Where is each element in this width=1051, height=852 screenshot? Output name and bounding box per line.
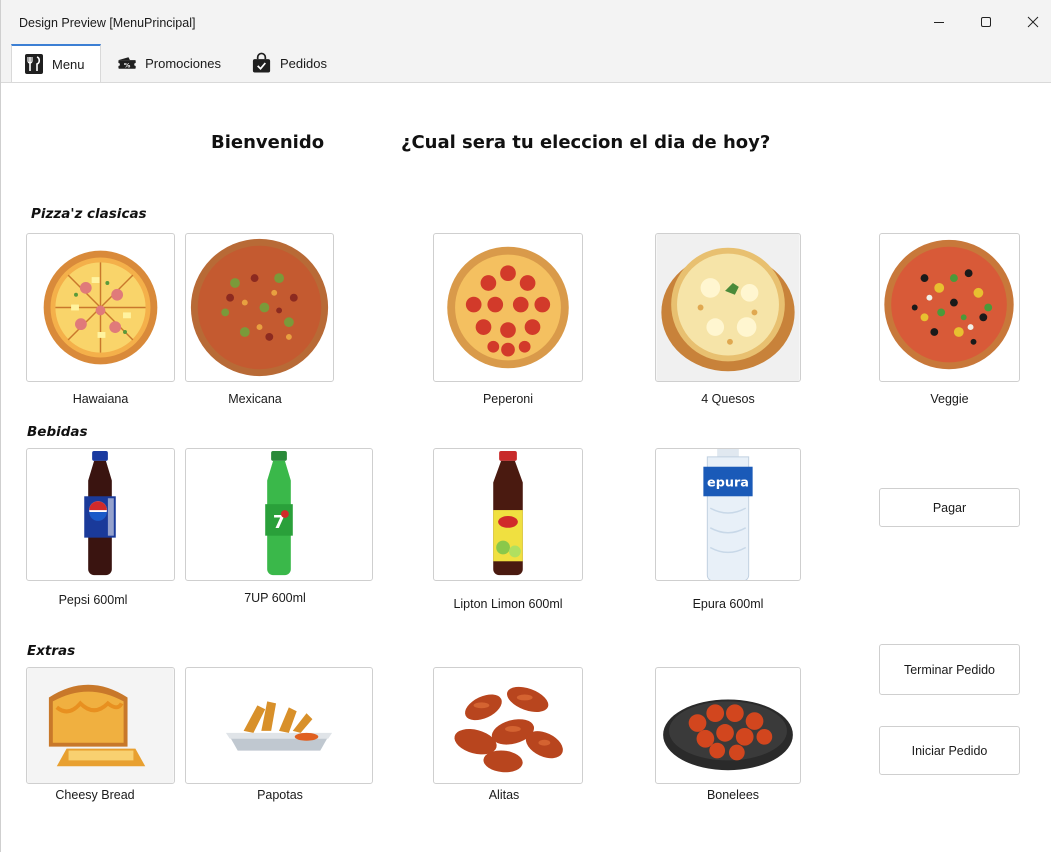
tab-promociones[interactable]: % Promociones [105, 44, 233, 82]
menu-item-mexicana[interactable] [185, 233, 334, 382]
menu-item-4-quesos[interactable] [655, 233, 801, 382]
menu-item-7up-label: 7UP 600ml [244, 591, 306, 605]
menu-item-alitas[interactable] [433, 667, 583, 784]
alitas-image [454, 686, 563, 773]
papotas-image [225, 701, 333, 751]
menu-item-veggie-label: Veggie [930, 392, 969, 406]
svg-text:%: % [124, 61, 131, 69]
menu-item-papotas[interactable] [185, 667, 373, 784]
iniciar-pedido-button[interactable]: Iniciar Pedido [879, 726, 1020, 775]
question-heading: ¿Cual sera tu eleccion el dia de hoy? [401, 132, 771, 153]
maximize-button[interactable] [963, 6, 1009, 38]
tab-pedidos[interactable]: Pedidos [239, 44, 339, 82]
app-window: Design Preview [MenuPrincipal] Menu % Pr… [0, 0, 1051, 852]
tab-menu[interactable]: Menu [11, 44, 101, 82]
menu-item-cheesy-bread-label: Cheesy Bread [55, 788, 135, 802]
close-icon [1027, 16, 1039, 28]
pizza-veggie-image [884, 239, 1014, 370]
menu-item-epura[interactable]: epura [655, 448, 801, 581]
terminar-pedido-button[interactable]: Terminar Pedido [879, 644, 1020, 695]
tab-pedidos-label: Pedidos [280, 55, 327, 71]
lipton-bottle-image [493, 450, 523, 576]
pizza-peperoni-image [447, 246, 569, 369]
tab-bar: Menu % Promociones Pedidos [1, 44, 1051, 83]
utensils-icon [25, 54, 43, 74]
menu-item-bonelees[interactable] [655, 667, 801, 784]
menu-item-7up[interactable]: 7 [185, 448, 373, 581]
pagar-button[interactable]: Pagar [879, 488, 1020, 527]
menu-item-lipton-label: Lipton Limon 600ml [453, 597, 563, 611]
menu-item-4-quesos-label: 4 Quesos [701, 392, 755, 406]
menu-item-pepsi-label: Pepsi 600ml [58, 593, 128, 607]
cheesy-bread-image [27, 668, 174, 783]
menu-item-bonelees-label: Bonelees [706, 788, 760, 802]
svg-text:epura: epura [707, 475, 749, 490]
menu-item-epura-label: Epura 600ml [692, 597, 764, 611]
minimize-button[interactable] [916, 6, 962, 38]
menu-item-papotas-label: Papotas [257, 788, 303, 802]
menu-item-pepsi[interactable] [26, 448, 175, 581]
tab-promociones-label: Promociones [145, 55, 221, 71]
title-bar: Design Preview [MenuPrincipal] [1, 0, 1051, 44]
close-button[interactable] [1010, 6, 1051, 38]
pepsi-bottle-image [84, 450, 116, 576]
pizza-mexicana-image [190, 238, 329, 377]
menu-item-alitas-label: Alitas [488, 788, 520, 802]
menu-item-hawaiana-label: Hawaiana [72, 392, 129, 406]
discount-ticket-icon: % [117, 57, 138, 69]
minimize-icon [934, 22, 944, 23]
menu-item-mexicana-label: Mexicana [228, 392, 282, 406]
maximize-icon [981, 17, 991, 27]
menu-item-hawaiana[interactable] [26, 233, 175, 382]
menu-item-lipton[interactable] [433, 448, 583, 581]
menu-item-veggie[interactable] [879, 233, 1020, 382]
window-title: Design Preview [MenuPrincipal] [19, 16, 196, 30]
section-title-bebidas: Bebidas [27, 424, 88, 440]
pizza-hawaiana-image [43, 250, 158, 365]
menu-item-peperoni[interactable] [433, 233, 583, 382]
welcome-heading: Bienvenido [211, 132, 325, 153]
menu-item-cheesy-bread[interactable] [26, 667, 175, 784]
section-title-pizzas: Pizza'z clasicas [31, 206, 147, 222]
bonelees-image [663, 699, 793, 771]
menu-item-peperoni-label: Peperoni [482, 392, 534, 406]
epura-bottle-image: epura [703, 449, 753, 580]
tab-menu-label: Menu [52, 56, 85, 72]
shopping-bag-icon [252, 52, 271, 73]
section-title-extras: Extras [27, 643, 76, 659]
pizza-4-quesos-image [656, 234, 800, 381]
7up-bottle-image: 7 [265, 450, 293, 576]
